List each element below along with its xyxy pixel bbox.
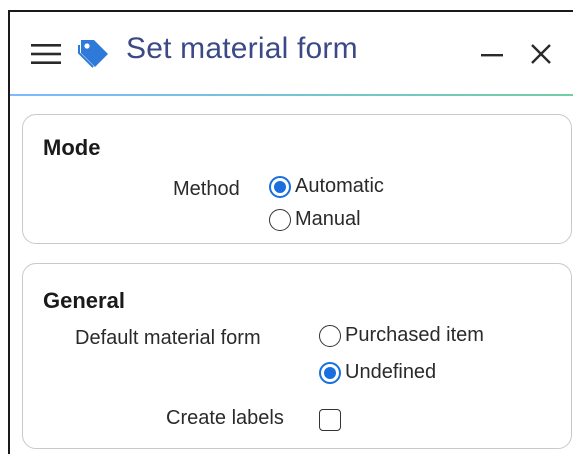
radio-automatic-label: Automatic [295, 175, 384, 197]
create-labels-label: Create labels [166, 407, 284, 429]
title-accent-line [10, 94, 573, 96]
radio-manual-indicator[interactable] [269, 208, 291, 231]
radio-manual[interactable]: Manual [269, 208, 361, 231]
hamburger-menu-icon[interactable] [30, 42, 62, 66]
radio-purchased-item-label: Purchased item [345, 324, 484, 346]
close-icon [531, 44, 551, 64]
radio-manual-label: Manual [295, 208, 361, 230]
create-labels-checkbox[interactable] [319, 409, 341, 431]
title-bar: Set material form [10, 12, 573, 94]
radio-undefined-indicator[interactable] [319, 361, 341, 384]
window-title: Set material form [126, 32, 358, 65]
default-material-form-label: Default material form [75, 327, 261, 349]
mode-panel: Mode Method Automatic Manual [22, 114, 572, 244]
radio-undefined-label: Undefined [345, 361, 437, 383]
minimize-icon [481, 54, 503, 57]
general-panel: General Default material form Purchased … [22, 263, 572, 449]
radio-automatic[interactable]: Automatic [269, 175, 384, 198]
radio-purchased-item[interactable]: Purchased item [319, 324, 484, 347]
close-button[interactable] [526, 39, 556, 69]
radio-undefined[interactable]: Undefined [319, 361, 436, 384]
minimize-button[interactable] [477, 39, 507, 69]
mode-section-title: Mode [43, 135, 101, 160]
set-material-form-window: Set material form Mode Method Automatic … [8, 10, 573, 454]
general-section-title: General [43, 288, 125, 313]
radio-automatic-indicator[interactable] [269, 175, 291, 198]
radio-purchased-item-indicator[interactable] [319, 324, 341, 347]
method-label: Method [173, 178, 240, 200]
tag-icon [77, 37, 111, 71]
